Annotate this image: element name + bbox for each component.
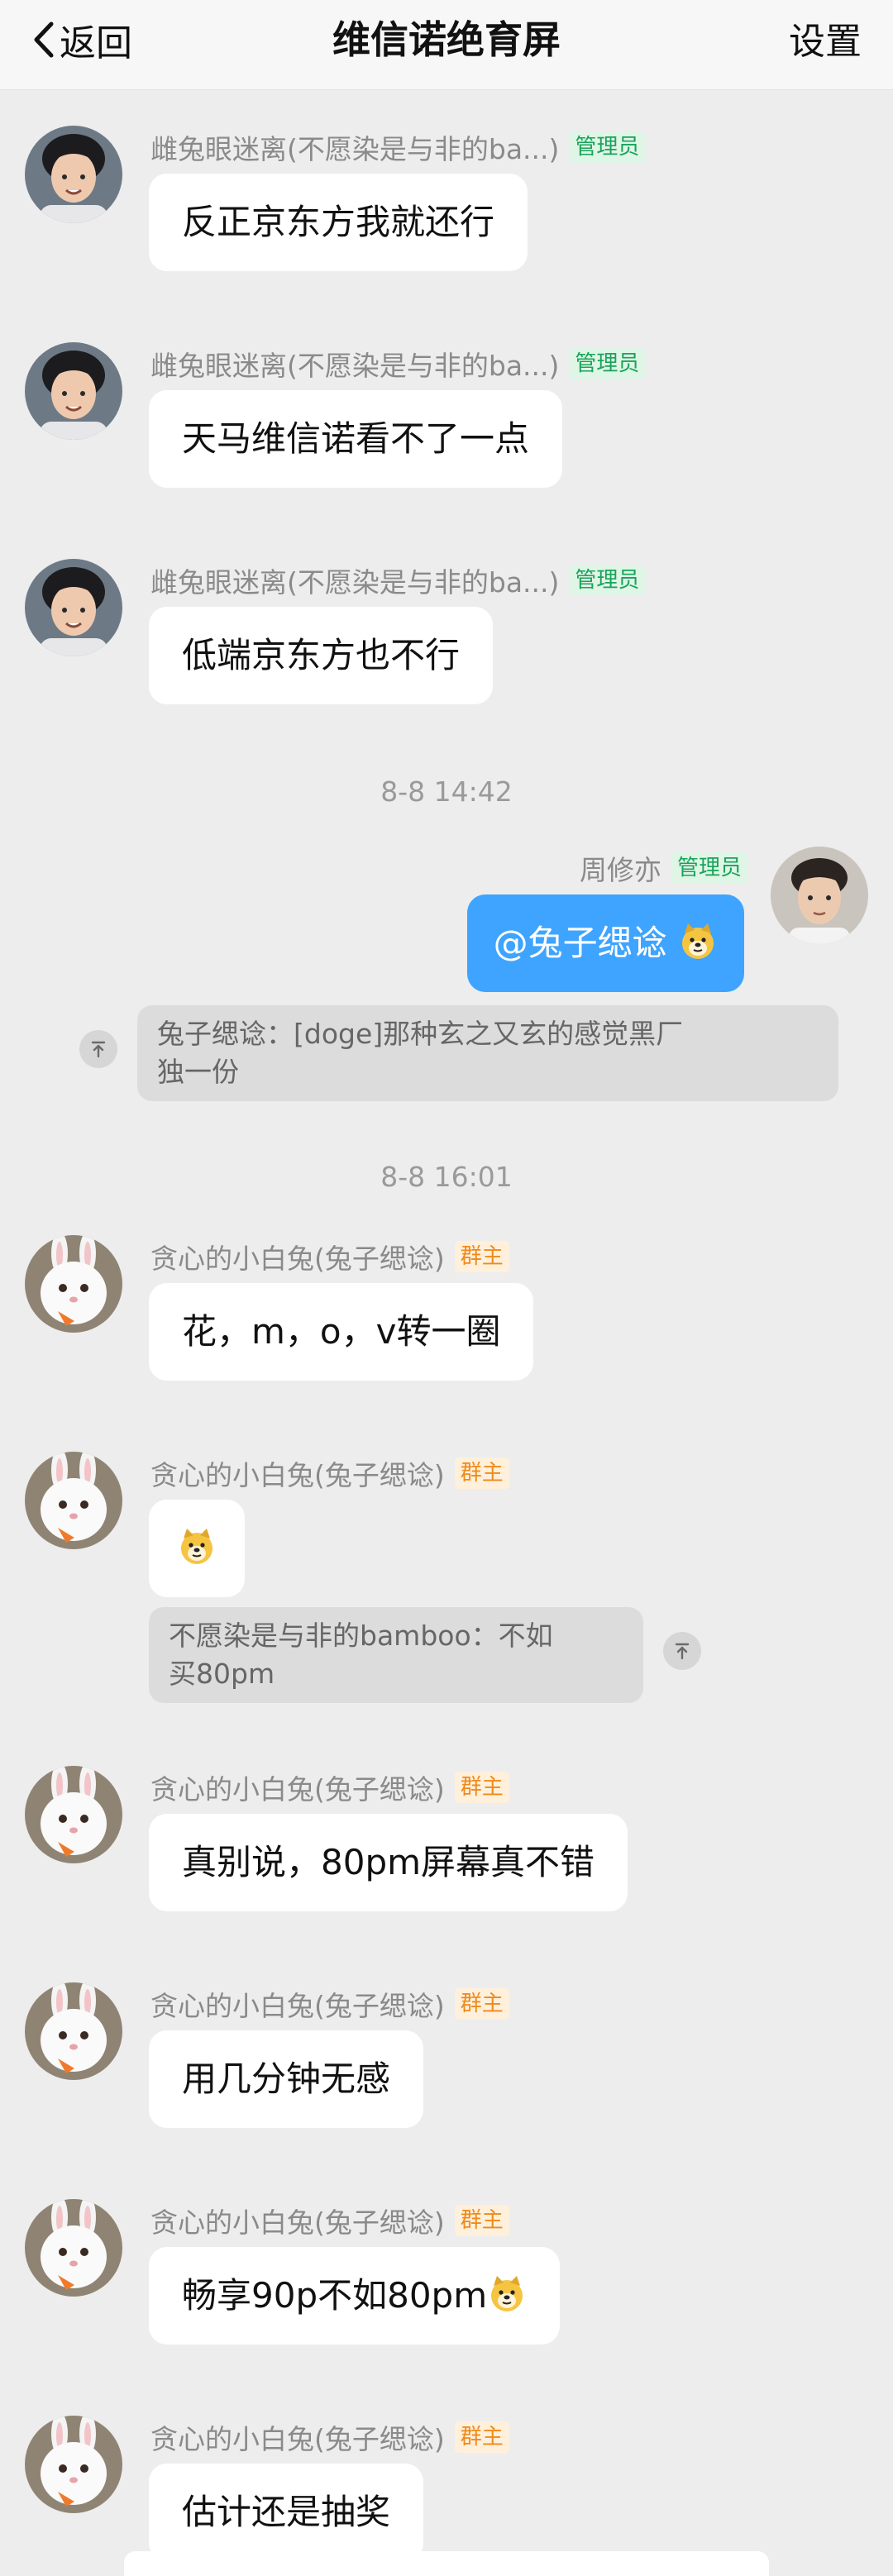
avatar[interactable] <box>25 1235 122 1333</box>
avatar[interactable] <box>25 559 122 656</box>
self-avatar[interactable] <box>771 847 868 944</box>
admin-badge: 管理员 <box>569 131 646 163</box>
quoted-reply[interactable]: 兔子缌谂：[doge]那种玄之又玄的感觉黑厂 独一份 <box>137 1005 838 1101</box>
owner-badge: 群主 <box>454 1457 509 1489</box>
message-bubble[interactable]: 用几分钟无感 <box>149 2030 424 2128</box>
admin-badge: 管理员 <box>569 348 646 379</box>
timestamp: 8-8 16:01 <box>380 1161 513 1193</box>
avatar[interactable] <box>25 1766 122 1863</box>
sender-name: 贪心的小白兔(兔子缌谂) <box>150 1990 445 2022</box>
chat-title: 维信诺绝育屏 <box>332 17 561 62</box>
sender-name: 周修亦 <box>579 854 661 886</box>
owner-badge: 群主 <box>454 1988 509 2020</box>
message-bubble[interactable]: 反正京东方我就还行 <box>149 174 528 271</box>
sender-line: 周修亦 管理员 <box>580 848 747 888</box>
message-bubble[interactable]: 低端京东方也不行 <box>149 607 494 704</box>
sender-line: 贪心的小白兔(兔子缌谂) 群主 <box>150 1453 509 1493</box>
message-bubble[interactable]: 真别说，80pm屏幕真不错 <box>149 1814 628 1911</box>
sender-name: 贪心的小白兔(兔子缌谂) <box>150 2423 445 2455</box>
sender-name: 贪心的小白兔(兔子缌谂) <box>150 1243 445 1275</box>
owner-badge: 群主 <box>454 2421 509 2453</box>
sender-line: 贪心的小白兔(兔子缌谂) 群主 <box>150 1767 509 1807</box>
message-text: @兔子缌谂 <box>493 923 667 963</box>
sender-line: 贪心的小白兔(兔子缌谂) 群主 <box>150 1984 509 2024</box>
message-text: 畅享90p不如80pm <box>182 2275 488 2316</box>
sender-line: 贪心的小白兔(兔子缌谂) 群主 <box>150 2201 509 2240</box>
owner-badge: 群主 <box>454 2205 509 2236</box>
timestamp: 8-8 14:42 <box>380 775 513 808</box>
sender-name: 贪心的小白兔(兔子缌谂) <box>150 2206 445 2239</box>
sender-name: 雌兔眼迷离(不愿染是与非的ba...) <box>150 350 560 382</box>
message-bubble[interactable]: 天马维信诺看不了一点 <box>149 390 563 488</box>
avatar[interactable] <box>25 1982 122 2080</box>
top-bar: 返回 维信诺绝育屏 设置 <box>0 0 893 90</box>
owner-badge: 群主 <box>454 1241 509 1272</box>
message-bubble[interactable]: 花，m，o，v转一圈 <box>149 1283 534 1381</box>
avatar[interactable] <box>25 126 122 223</box>
sender-name: 雌兔眼迷离(不愿染是与非的ba...) <box>150 566 560 599</box>
sender-line: 雌兔眼迷离(不愿染是与非的ba...) 管理员 <box>150 561 646 600</box>
avatar[interactable] <box>25 1452 122 1549</box>
self-message-bubble[interactable]: @兔子缌谂 <box>466 894 744 992</box>
admin-badge: 管理员 <box>671 852 747 884</box>
admin-badge: 管理员 <box>569 565 646 596</box>
sender-name: 贪心的小白兔(兔子缌谂) <box>150 1773 445 1806</box>
avatar[interactable] <box>25 342 122 440</box>
input-bar-edge[interactable] <box>124 2551 769 2576</box>
pin-up-icon[interactable] <box>79 1030 117 1068</box>
sender-line: 贪心的小白兔(兔子缌谂) 群主 <box>150 2417 509 2457</box>
sender-line: 雌兔眼迷离(不愿染是与非的ba...) 管理员 <box>150 127 646 167</box>
sender-name: 雌兔眼迷离(不愿染是与非的ba...) <box>150 133 560 165</box>
owner-badge: 群主 <box>454 1772 509 1803</box>
message-bubble[interactable]: 估计还是抽奖 <box>149 2464 424 2561</box>
emoji-message-bubble[interactable] <box>149 1500 245 1597</box>
quoted-reply[interactable]: 不愿染是与非的bamboo：不如 买80pm <box>149 1607 643 1703</box>
sender-line: 雌兔眼迷离(不愿染是与非的ba...) 管理员 <box>150 344 646 384</box>
avatar[interactable] <box>25 2416 122 2513</box>
doge-emoji-icon <box>177 1527 217 1567</box>
avatar[interactable] <box>25 2199 122 2297</box>
pin-up-icon[interactable] <box>663 1632 701 1670</box>
settings-button[interactable]: 设置 <box>789 12 862 64</box>
doge-emoji-icon <box>487 2274 527 2314</box>
sender-line: 贪心的小白兔(兔子缌谂) 群主 <box>150 1237 509 1276</box>
message-bubble[interactable]: 畅享90p不如80pm <box>149 2247 561 2345</box>
doge-emoji-icon <box>678 922 718 961</box>
sender-name: 贪心的小白兔(兔子缌谂) <box>150 1459 445 1491</box>
